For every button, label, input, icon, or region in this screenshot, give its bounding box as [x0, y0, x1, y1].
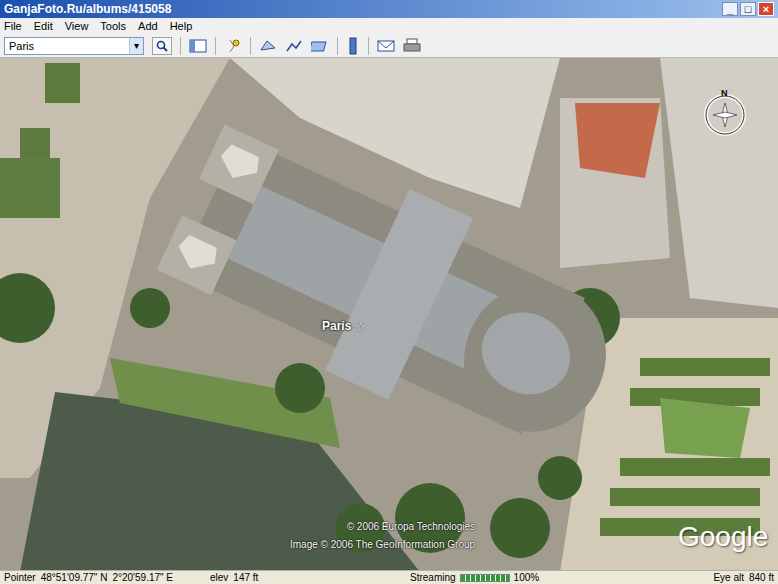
menu-item[interactable]: View — [65, 21, 89, 32]
close-button[interactable]: × — [758, 2, 774, 16]
compass[interactable]: N — [703, 93, 747, 137]
logo-text: Google — [678, 521, 768, 552]
toolbar: ▾ — [0, 34, 778, 58]
aerial-image — [0, 58, 778, 570]
menu-item[interactable]: Tools — [100, 21, 126, 32]
polygon-icon[interactable] — [259, 38, 277, 54]
compass-north-label: N — [721, 89, 728, 98]
star-icon: ☆ — [355, 320, 367, 333]
maximize-button[interactable]: □ — [740, 2, 756, 16]
latitude: 48°51'09.77" N — [41, 570, 108, 584]
copyright-text: © 2006 Europa Technologies — [347, 522, 475, 532]
print-icon[interactable] — [403, 38, 421, 54]
longitude: 2°20'59.17" E — [112, 570, 173, 584]
google-logo: Google — [678, 523, 768, 553]
menu-item[interactable]: Edit — [34, 21, 53, 32]
place-label: Paris — [322, 317, 351, 335]
ruler-icon[interactable] — [346, 37, 360, 55]
streaming-label: Streaming — [410, 570, 456, 584]
streaming-percent: 100% — [514, 570, 540, 584]
elevation-label: elev — [210, 570, 228, 584]
overlay-icon[interactable] — [311, 38, 329, 54]
dropdown-button[interactable]: ▾ — [129, 38, 143, 54]
search-input[interactable] — [5, 38, 129, 54]
compass-icon — [703, 93, 747, 137]
app-window: GanjaFoto.Ru/albums/415058 _□× File Edit V… — [0, 0, 778, 584]
status-bar: Pointer 48°51'09.77" N 2°20'59.17" E ele… — [0, 570, 778, 584]
copyright-text: Image © 2006 The GeoInformation Group — [290, 540, 475, 550]
email-icon[interactable] — [377, 39, 395, 53]
title-bar: GanjaFoto.Ru/albums/415058 _□× — [0, 0, 778, 18]
eye-alt-label: Eye alt — [713, 570, 744, 584]
menu-item[interactable]: Add — [138, 21, 158, 32]
sidebar-icon[interactable] — [189, 39, 207, 53]
minimize-button[interactable]: _ — [722, 2, 738, 16]
eye-alt: 840 ft — [749, 570, 774, 584]
window-controls: _□× — [722, 2, 774, 16]
menu-bar: File Edit View Tools Add Help — [0, 18, 778, 34]
path-icon[interactable] — [285, 38, 303, 54]
menu-item[interactable]: Help — [170, 21, 193, 32]
copyright-notices: © 2006 Europa Technologies Image © 2006 T… — [290, 522, 475, 550]
search-box[interactable]: ▾ — [4, 37, 144, 55]
pointer-label: Pointer — [4, 570, 36, 584]
search-button[interactable] — [152, 37, 172, 55]
map-view[interactable]: N Paris ☆ © 2006 Europa Technologies Imag… — [0, 58, 778, 570]
elevation: 147 ft — [233, 570, 258, 584]
magnifier-icon — [156, 40, 168, 52]
menu-item[interactable]: File — [4, 21, 22, 32]
window-title: GanjaFoto.Ru/albums/415058 — [4, 3, 171, 15]
placemark-icon[interactable] — [224, 38, 242, 54]
streaming-track — [460, 574, 510, 582]
streaming-fill — [461, 575, 509, 581]
place-marker[interactable]: Paris ☆ — [322, 317, 367, 335]
